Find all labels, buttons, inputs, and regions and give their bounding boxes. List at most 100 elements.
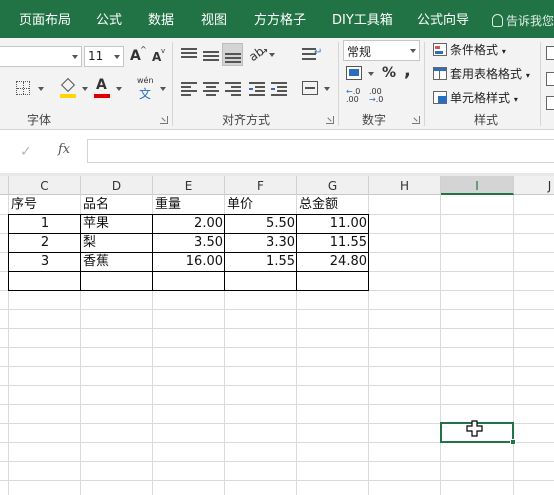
fill-color-icon[interactable] [60, 77, 76, 99]
group-divider [338, 42, 339, 126]
chevron-down-icon[interactable] [160, 87, 166, 91]
column-headers: C D E F G H I J [0, 176, 554, 195]
number-format-box[interactable]: 常规 [343, 40, 420, 61]
table-cell[interactable]: 香蕉 [81, 252, 153, 271]
number-format-value: 常规 [347, 45, 372, 59]
borders-icon[interactable] [16, 81, 30, 95]
orientation-icon[interactable]: ab ↗ [246, 44, 268, 64]
ribbon: 11 A ^ A v A wén 文 字体 ab↗ ↵ 对齐方式 常规 % , [0, 38, 554, 130]
column-header-j[interactable]: J [514, 176, 554, 195]
header-cell[interactable]: 总金额 [297, 195, 369, 214]
merge-center-icon[interactable] [302, 81, 318, 95]
grid-hline [0, 347, 554, 348]
align-left-icon[interactable] [181, 82, 197, 96]
header-cell[interactable]: 重量 [153, 195, 225, 214]
tab-fangfang-grid[interactable]: 方方格子 [254, 0, 306, 38]
chevron-down-icon[interactable] [116, 87, 122, 91]
font-color-icon[interactable]: A [94, 77, 110, 99]
comma-style-icon[interactable]: , [404, 60, 411, 81]
insert-function-icon[interactable]: fx [58, 142, 70, 157]
chevron-down-icon[interactable] [324, 87, 330, 91]
percent-style-icon[interactable]: % [382, 65, 396, 81]
grid-hline [0, 309, 554, 310]
phonetic-pinyin: wén [137, 76, 154, 85]
chevron-down-icon [72, 55, 78, 59]
tell-me-search[interactable]: 告诉我您 [492, 0, 554, 38]
fill-handle[interactable] [510, 439, 516, 445]
column-header-partial[interactable] [0, 176, 9, 195]
tab-formulas[interactable]: 公式 [96, 0, 122, 38]
table-border [152, 214, 153, 291]
align-center-icon[interactable] [203, 82, 219, 96]
header-cell[interactable]: 品名 [81, 195, 153, 214]
chevron-down-icon[interactable] [269, 53, 275, 57]
decrease-indent-icon[interactable] [249, 82, 265, 96]
font-dialog-launcher-icon[interactable] [160, 116, 168, 124]
chevron-down-icon[interactable] [38, 87, 44, 91]
check-icon[interactable]: ✓ [20, 144, 32, 160]
chevron-down-icon[interactable] [368, 72, 374, 76]
table-cell[interactable]: 5.50 [225, 214, 297, 233]
table-cell[interactable]: 2.00 [153, 214, 225, 233]
align-dialog-launcher-icon[interactable] [326, 116, 334, 124]
table-cell[interactable]: 1.55 [225, 252, 297, 271]
table-cell[interactable]: 苹果 [81, 214, 153, 233]
column-header-g[interactable]: G [297, 176, 369, 195]
decrease-font-icon[interactable]: A [152, 50, 161, 64]
tab-view[interactable]: 视图 [201, 0, 227, 38]
cell-styles-button[interactable]: 单元格样式 ▾ [433, 89, 518, 106]
table-cell[interactable]: 3.50 [153, 233, 225, 252]
table-border [368, 214, 369, 291]
column-header-f[interactable]: F [225, 176, 297, 195]
table-cell[interactable]: 3.30 [225, 233, 297, 252]
grid-vline [513, 195, 514, 495]
chevron-down-icon[interactable] [82, 87, 88, 91]
column-header-h[interactable]: H [369, 176, 441, 195]
cell-styles-icon [433, 91, 447, 104]
table-cell[interactable]: 2 [9, 233, 81, 252]
increase-decimal-icon[interactable]: ←.0.00 [346, 88, 366, 106]
decrease-decimal-icon[interactable]: .00 →.0 [369, 88, 389, 106]
column-header-c[interactable]: C [9, 176, 81, 195]
table-cell[interactable]: 16.00 [153, 252, 225, 271]
wrap-text-icon[interactable]: ↵ [302, 45, 322, 65]
align-right-icon[interactable] [225, 82, 241, 96]
tab-diy-toolbox[interactable]: DIY工具箱 [332, 0, 393, 38]
tab-data[interactable]: 数据 [148, 0, 174, 38]
accounting-format-icon[interactable] [346, 66, 362, 80]
column-header-i[interactable]: I [441, 176, 514, 195]
tell-me-text: 告诉我您 [506, 14, 554, 28]
insert-cells-icon[interactable] [546, 46, 554, 60]
number-dialog-launcher-icon[interactable] [412, 116, 420, 124]
group-divider [172, 42, 173, 126]
delete-cells-icon[interactable] [546, 72, 554, 86]
caret-up-icon: ^ [140, 45, 147, 54]
conditional-format-button[interactable]: 条件格式 ▾ [433, 41, 506, 58]
table-cell[interactable]: 1 [9, 214, 81, 233]
phonetic-guide-icon[interactable]: wén 文 [136, 76, 156, 101]
tab-page-layout[interactable]: 页面布局 [19, 0, 71, 38]
table-cell[interactable]: 24.80 [297, 252, 369, 271]
top-align-icon[interactable] [181, 48, 197, 62]
tab-formula-wizard[interactable]: 公式向导 [417, 0, 469, 38]
header-cell[interactable]: 序号 [9, 195, 81, 214]
bottom-align-icon [225, 50, 241, 64]
column-header-d[interactable]: D [81, 176, 153, 195]
cross-cursor-icon [466, 420, 483, 437]
font-size-box[interactable]: 11 [84, 46, 124, 67]
table-cell[interactable]: 11.00 [297, 214, 369, 233]
format-as-table-button[interactable]: 套用表格格式 ▾ [433, 65, 530, 82]
font-name-box[interactable] [0, 46, 82, 67]
increase-indent-icon[interactable] [271, 82, 287, 96]
phonetic-char: 文 [139, 87, 152, 101]
table-cell[interactable]: 11.55 [297, 233, 369, 252]
middle-align-icon[interactable] [203, 48, 219, 62]
table-cell[interactable]: 3 [9, 252, 81, 271]
table-border [8, 214, 369, 215]
column-header-e[interactable]: E [153, 176, 225, 195]
formula-input[interactable] [87, 139, 554, 163]
table-cell[interactable]: 梨 [81, 233, 153, 252]
header-cell[interactable]: 单价 [225, 195, 297, 214]
format-cells-icon[interactable] [546, 96, 554, 110]
worksheet-grid[interactable]: C D E F G H I J 序号 品名 重量 单价 总金额 1 苹果 2.00 5.50 11… [0, 176, 554, 495]
